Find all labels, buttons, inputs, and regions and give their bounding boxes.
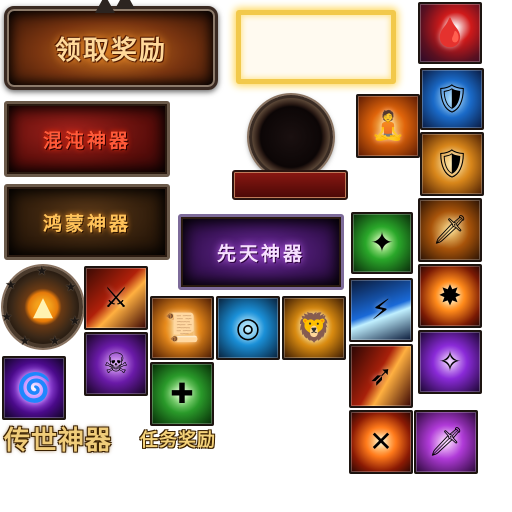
purple-claw-icon[interactable]: ✧: [418, 330, 482, 394]
purple-sword-glyph: 🗡: [428, 425, 464, 458]
scroll-talisman-glyph: 📜: [164, 311, 200, 344]
meditation-aura-glyph: 🧘: [370, 109, 406, 142]
green-summon-icon[interactable]: ✦: [351, 212, 413, 274]
quest-reward-title: 任务奖励: [140, 430, 216, 451]
purple-claw-glyph: ✧: [438, 345, 462, 378]
flame-slash-glyph: ⚔: [103, 281, 129, 314]
golden-lion-glyph: 🦁: [296, 311, 332, 344]
green-cross-icon[interactable]: ✚: [150, 362, 214, 426]
fire-cross-glyph: ✕: [369, 425, 393, 458]
ice-slash-glyph: ⚡: [371, 293, 391, 326]
red-dash-glyph: ➶: [369, 359, 393, 392]
gold-shield-icon[interactable]: 🛡: [420, 132, 484, 196]
purple-vortex-glyph: 🌀: [16, 371, 52, 404]
star-upgrade-badge[interactable]: ▲ ★ ★ ★ ★ ★ ★ ★: [1, 264, 83, 349]
up-arrow-icon: ▲: [33, 292, 53, 322]
claim-reward-label: 领取奖励: [54, 35, 167, 66]
blue-vortex-icon[interactable]: ◎: [216, 296, 280, 360]
blue-shield-icon[interactable]: 🛡: [420, 68, 484, 130]
green-summon-glyph: ✦: [370, 226, 394, 259]
star-icon: ★: [19, 334, 31, 349]
blood-horn-glyph: 🩸: [432, 16, 468, 49]
star-icon: ★: [5, 278, 17, 293]
blue-vortex-glyph: ◎: [235, 311, 261, 344]
round-medallion-frame: [249, 95, 333, 179]
medallion-banner: [232, 170, 348, 200]
purple-vortex-icon[interactable]: 🌀: [2, 356, 66, 420]
frame-spike-icon: [95, 0, 115, 13]
chaos-artifact-plate[interactable]: 混沌神器: [4, 101, 170, 177]
chaos-artifact-label: 混沌神器: [42, 129, 131, 152]
shadow-warrior-glyph: ☠: [103, 347, 129, 380]
shadow-warrior-icon[interactable]: ☠: [84, 332, 148, 396]
golden-blade-glyph: 🗡: [432, 213, 468, 246]
red-dash-icon[interactable]: ➶: [349, 344, 413, 408]
fire-cross-icon[interactable]: ✕: [349, 410, 413, 474]
legendary-artifact-title: 传世神器: [4, 425, 113, 456]
xiantian-artifact-label: 先天神器: [216, 242, 305, 265]
star-icon: ★: [1, 310, 13, 325]
golden-lion-icon[interactable]: 🦁: [282, 296, 346, 360]
star-icon: ★: [69, 314, 81, 329]
fire-burst-glyph: ✸: [438, 279, 462, 312]
hongmeng-artifact-plate[interactable]: 鸿蒙神器: [4, 184, 170, 260]
purple-sword-icon[interactable]: 🗡: [414, 410, 478, 474]
star-icon: ★: [65, 280, 77, 295]
xiantian-artifact-plate[interactable]: 先天神器: [178, 214, 344, 290]
gold-highlight-frame: [236, 10, 396, 84]
blood-horn-icon[interactable]: 🩸: [418, 2, 482, 64]
claim-reward-button[interactable]: 领取奖励: [4, 0, 218, 90]
meditation-aura-icon[interactable]: 🧘: [356, 94, 420, 158]
gold-shield-glyph: 🛡: [434, 147, 470, 180]
star-icon: ★: [49, 334, 61, 349]
fire-burst-icon[interactable]: ✸: [418, 264, 482, 328]
blue-shield-glyph: 🛡: [434, 82, 470, 115]
star-icon: ★: [36, 264, 48, 279]
green-cross-glyph: ✚: [170, 377, 194, 410]
hongmeng-artifact-label: 鸿蒙神器: [42, 212, 131, 235]
scroll-talisman-icon[interactable]: 📜: [150, 296, 214, 360]
frame-spike-icon: [115, 0, 135, 9]
ice-slash-icon[interactable]: ⚡: [349, 278, 413, 342]
flame-slash-icon[interactable]: ⚔: [84, 266, 148, 330]
golden-blade-icon[interactable]: 🗡: [418, 198, 482, 262]
